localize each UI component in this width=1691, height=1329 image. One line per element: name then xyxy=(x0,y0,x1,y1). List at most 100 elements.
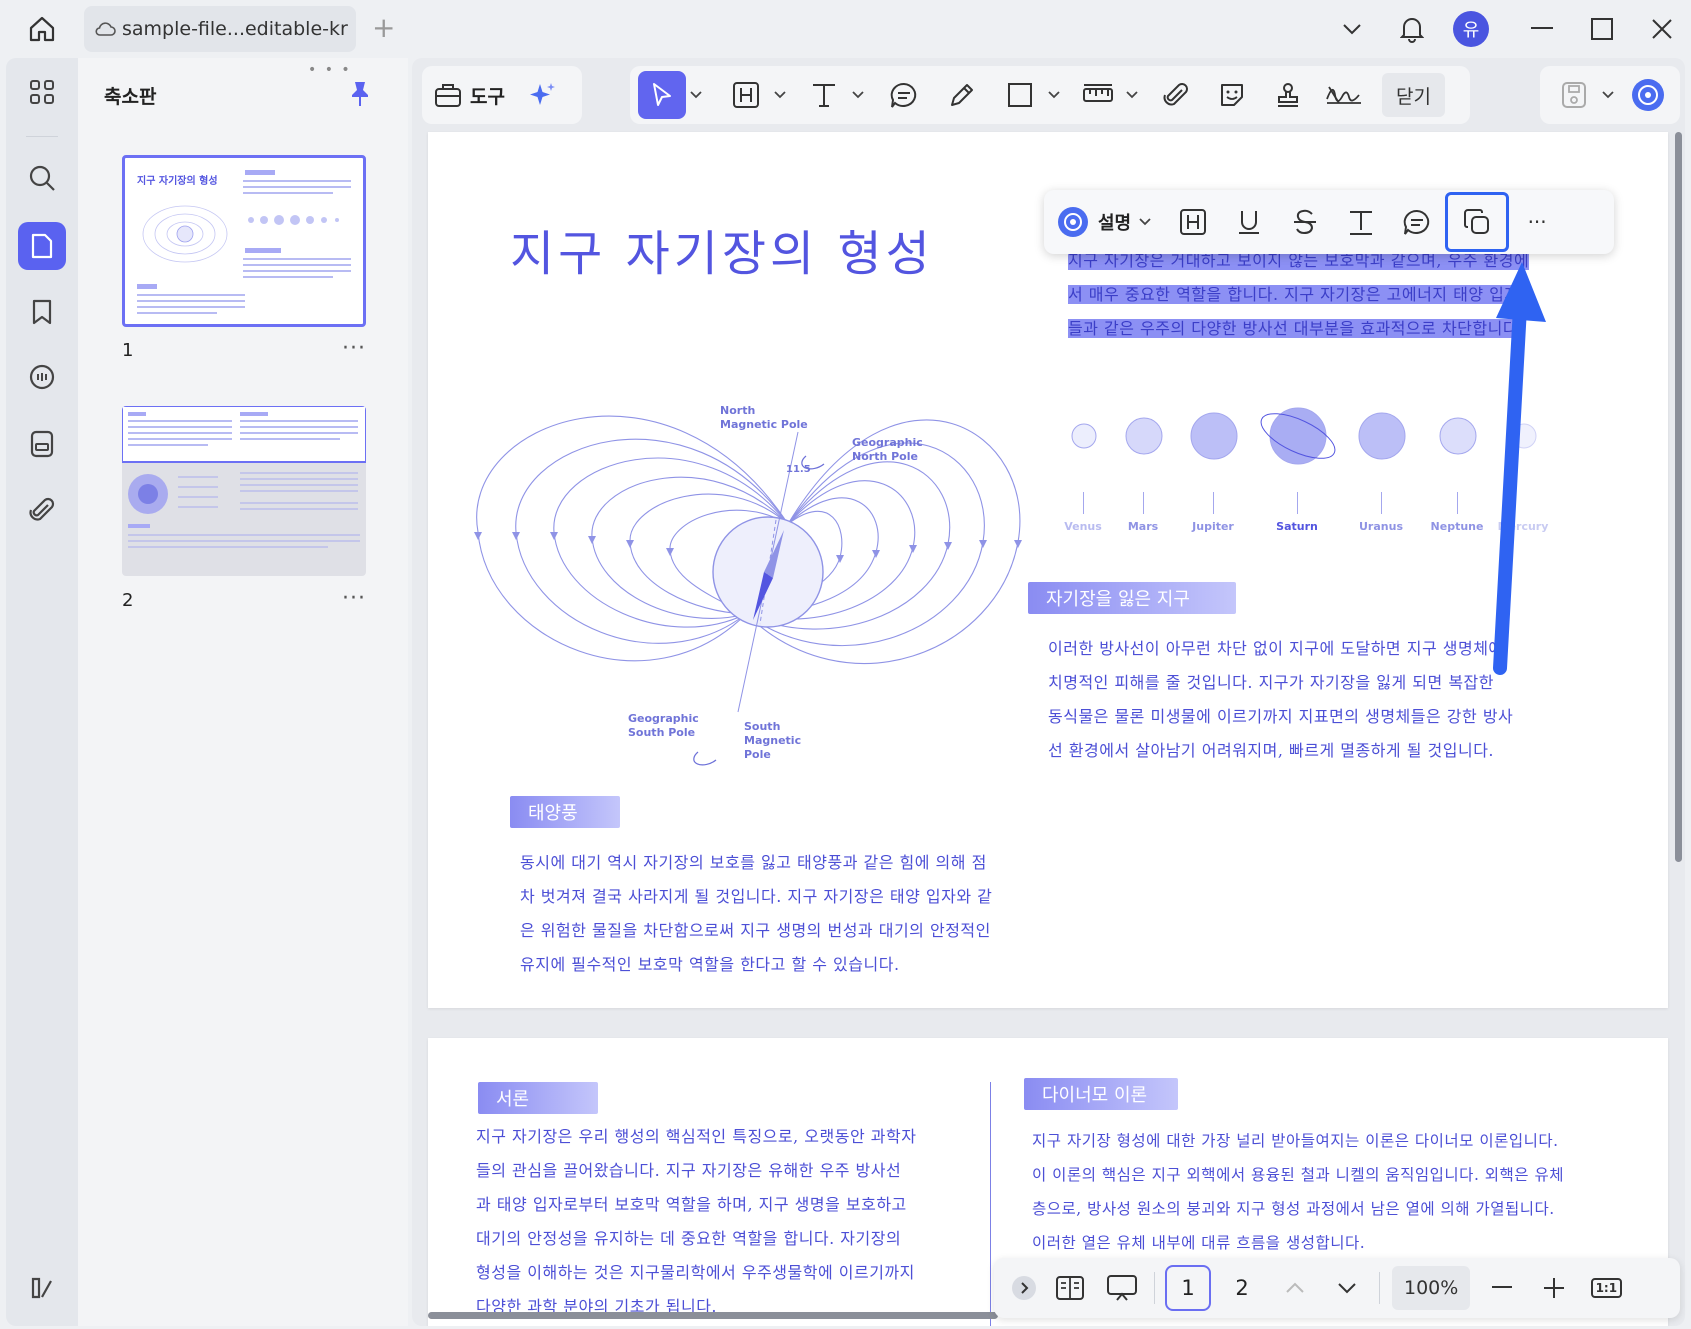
measure-button[interactable] xyxy=(1074,71,1122,119)
page-2-button[interactable]: 2 xyxy=(1219,1265,1265,1311)
text-line: 차 벗겨져 결국 사라지게 될 것입니다. 지구 자기장은 태양 입자와 같 xyxy=(520,887,993,906)
highlighted-line-2: 서 매우 중요한 역할을 합니다. 지구 자기장은 고에너지 태양 입자 xyxy=(1068,285,1520,304)
chevron-down-icon xyxy=(1139,218,1151,226)
thumbnail-more-1[interactable]: ··· xyxy=(342,336,366,361)
popup-more-button[interactable]: ··· xyxy=(1509,197,1565,247)
vertical-scrollbar[interactable] xyxy=(1675,132,1682,862)
document-tab[interactable]: sample-file...editable-kr xyxy=(84,6,356,52)
page-view-icon[interactable] xyxy=(1050,1266,1090,1310)
page-thumbnail-2[interactable] xyxy=(122,406,366,576)
text-button[interactable] xyxy=(800,71,848,119)
ruler-icon xyxy=(1083,84,1113,102)
section-heading-dynamo: 다이너모 이론 xyxy=(1024,1078,1178,1110)
grid-apps-icon[interactable] xyxy=(18,68,66,116)
ai-explain-button[interactable]: 설명 xyxy=(1056,205,1151,239)
thumbnail-number-1: 1 xyxy=(122,340,134,361)
text-line: 이러한 열은 유체 내부에 대류 흐름을 생성합니다. xyxy=(1032,1234,1366,1252)
bookmark-icon[interactable] xyxy=(18,288,66,336)
sticker-button[interactable] xyxy=(1208,71,1256,119)
paperclip-icon xyxy=(1163,83,1188,106)
save-chevron-icon[interactable] xyxy=(1598,91,1618,99)
chevron-down-icon[interactable] xyxy=(1334,10,1370,48)
attach-file-button[interactable] xyxy=(1152,71,1200,119)
label-south-magnetic-pole-3: Pole xyxy=(744,748,771,761)
minimize-icon[interactable] xyxy=(1524,10,1560,48)
bell-icon[interactable] xyxy=(1394,10,1430,48)
zoom-in-icon[interactable] xyxy=(1534,1266,1574,1310)
section-heading-solar-wind: 태양풍 xyxy=(510,796,620,828)
popup-underline-button[interactable] xyxy=(1221,197,1277,247)
pin-icon[interactable] xyxy=(348,80,372,112)
signature-button[interactable] xyxy=(1320,71,1368,119)
horizontal-scrollbar[interactable] xyxy=(428,1312,998,1319)
close-window-icon[interactable] xyxy=(1644,10,1680,48)
planet-label-uranus: Uranus xyxy=(1359,520,1403,533)
home-icon[interactable] xyxy=(22,13,62,45)
ai-sparkle-icon[interactable] xyxy=(519,71,567,119)
presentation-icon[interactable] xyxy=(1102,1266,1142,1310)
actual-size-label: 1:1 xyxy=(1590,1278,1623,1298)
ai-assistant-icon[interactable] xyxy=(1624,71,1672,119)
ai-assistant-icon xyxy=(1058,207,1088,237)
section-paragraph-solar-wind: 동시에 대기 역시 자기장의 보호를 잃고 태양풍과 같은 힘에 의해 점 차 … xyxy=(520,846,1040,982)
thumbnail-number-2: 2 xyxy=(122,590,134,611)
planet-label-jupiter: Jupiter xyxy=(1192,520,1234,533)
thumbnail-page-icon[interactable] xyxy=(18,222,66,270)
popup-strikethrough-button[interactable] xyxy=(1277,197,1333,247)
expand-chevron-icon[interactable] xyxy=(1010,1266,1038,1310)
panel-title: 축소판 xyxy=(104,86,157,108)
measure-chevron-icon[interactable] xyxy=(1122,91,1142,99)
thumbnail-more-2[interactable]: ··· xyxy=(342,586,366,611)
label-tilt-angle: 11.5 xyxy=(786,464,811,475)
zoom-level[interactable]: 100% xyxy=(1392,1266,1471,1310)
popup-highlight-button[interactable] xyxy=(1165,197,1221,247)
highlight-h-button[interactable] xyxy=(722,71,770,119)
rail-divider xyxy=(26,136,58,137)
label-north-magnetic-pole-1: North xyxy=(720,404,755,417)
maximize-icon[interactable] xyxy=(1584,10,1620,48)
shape-chevron-icon[interactable] xyxy=(1044,91,1064,99)
previous-page-icon[interactable] xyxy=(1275,1266,1315,1310)
comment-icon[interactable] xyxy=(18,354,66,402)
pencil-button[interactable] xyxy=(938,71,986,119)
tools-label: 도구 xyxy=(470,85,505,108)
label-geographic-south-pole-1: Geographic xyxy=(628,712,699,725)
bottom-divider xyxy=(1154,1272,1155,1304)
highlight-chevron-icon[interactable] xyxy=(770,91,790,99)
annotation-popup-toolbar: 설명 ··· xyxy=(1044,190,1614,254)
zoom-out-icon[interactable] xyxy=(1482,1266,1522,1310)
popup-copy-button[interactable] xyxy=(1445,192,1510,252)
main-toolbar: 도구 닫기 xyxy=(412,58,1685,126)
next-page-icon[interactable] xyxy=(1327,1266,1367,1310)
bottom-divider xyxy=(1379,1272,1380,1304)
text-t-icon xyxy=(1350,211,1373,235)
sidebar-toggle-icon[interactable] xyxy=(18,1264,66,1312)
page-thumbnail-1[interactable]: 지구 자기장의 형성 xyxy=(122,155,366,327)
pointer-chevron-icon[interactable] xyxy=(686,91,706,99)
popup-comment-button[interactable] xyxy=(1389,197,1445,247)
note-comment-button[interactable] xyxy=(880,71,928,119)
text-chevron-icon[interactable] xyxy=(848,91,868,99)
new-tab-plus-icon[interactable]: + xyxy=(372,14,395,42)
form-field-icon[interactable] xyxy=(18,420,66,468)
user-avatar[interactable]: 유 xyxy=(1452,10,1490,48)
planets-illustration xyxy=(1071,407,1537,465)
section-heading-lost-field: 자기장을 잃은 지구 xyxy=(1028,582,1236,614)
save-disk-icon xyxy=(1562,82,1586,108)
select-pointer-button[interactable] xyxy=(638,71,686,119)
close-tools-button[interactable]: 닫기 xyxy=(1382,73,1445,117)
actual-size-button[interactable]: 1:1 xyxy=(1586,1266,1626,1310)
search-icon[interactable] xyxy=(18,154,66,202)
shape-button[interactable] xyxy=(996,71,1044,119)
stamp-button[interactable] xyxy=(1264,71,1312,119)
tools-button[interactable]: 도구 xyxy=(434,71,505,119)
underline-icon xyxy=(1239,211,1260,234)
planet-label-mars: Mars xyxy=(1127,520,1159,533)
page-1-button[interactable]: 1 xyxy=(1165,1265,1211,1311)
popup-text-button[interactable] xyxy=(1333,197,1389,247)
label-south-magnetic-pole-2: Magnetic xyxy=(744,734,801,747)
save-button[interactable] xyxy=(1550,71,1598,119)
attachment-icon[interactable] xyxy=(18,486,66,534)
label-geographic-south-pole-2: South Pole xyxy=(628,726,695,739)
panel-drag-handle[interactable]: • • • xyxy=(308,62,352,78)
